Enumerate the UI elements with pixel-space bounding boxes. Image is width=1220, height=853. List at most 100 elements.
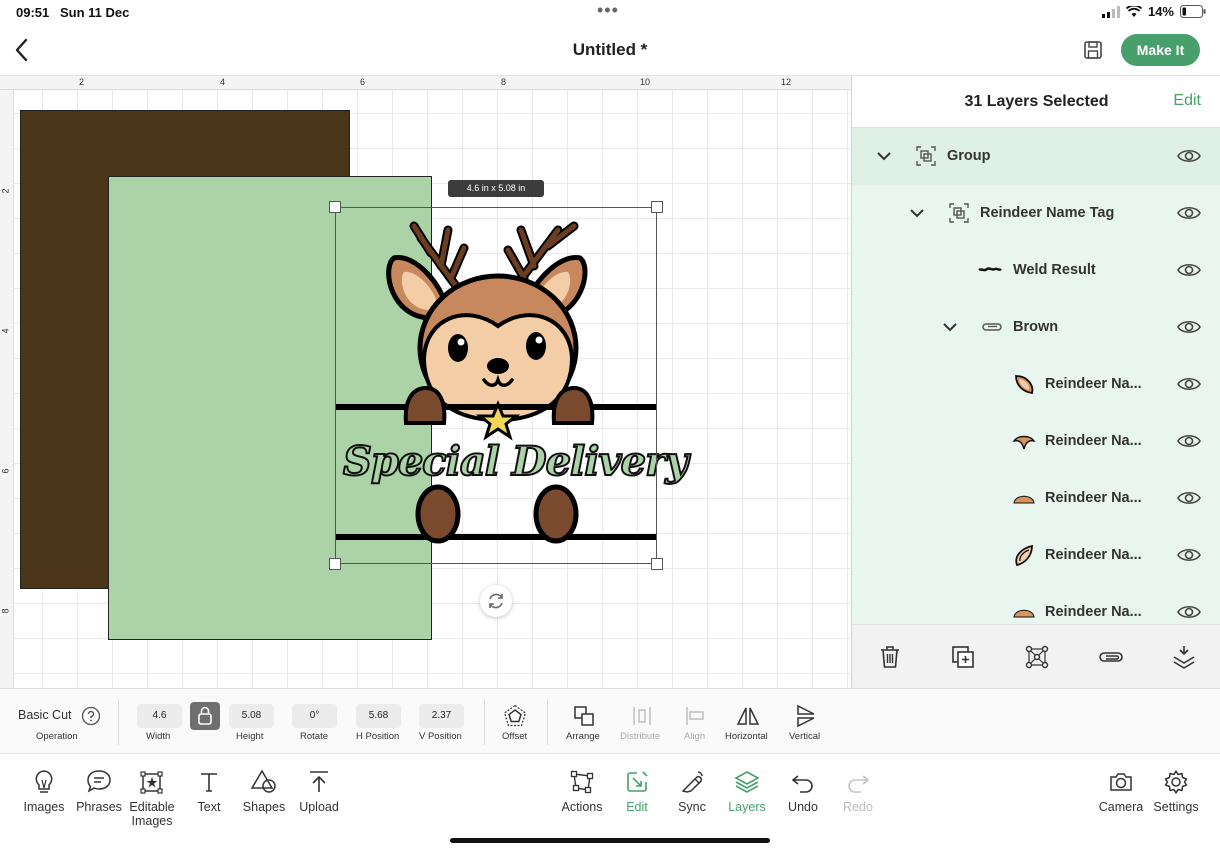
editable-images-label: Editable Images [129, 800, 175, 828]
multitasking-dots-icon[interactable]: ••• [597, 0, 619, 21]
operation-select[interactable]: Basic Cut [18, 708, 72, 722]
divider [118, 699, 119, 745]
layer-row-reindeer-part[interactable]: Reindeer Na... [852, 356, 1220, 413]
lock-icon [198, 706, 212, 725]
chevron-down-icon[interactable] [876, 148, 892, 164]
eye-icon[interactable] [1177, 375, 1201, 393]
upload-button[interactable]: Upload [288, 768, 350, 814]
images-label: Images [23, 800, 65, 814]
resize-handle-top-left[interactable] [329, 201, 341, 213]
layers-list: Group Reindeer Name Tag Weld Result Brow… [852, 128, 1220, 624]
rotate-handle[interactable] [480, 585, 512, 617]
text-button[interactable]: Text [178, 768, 240, 814]
ear-shape-icon [1015, 544, 1033, 567]
images-button[interactable]: Images [13, 768, 75, 814]
flip-horizontal-icon[interactable] [736, 704, 760, 728]
flip-vertical-icon[interactable] [794, 704, 818, 728]
rotate-label: Rotate [300, 731, 328, 742]
layer-row-weld-result[interactable]: Weld Result [852, 242, 1220, 299]
sync-button[interactable]: Sync [661, 768, 723, 814]
align-label: Align [684, 731, 706, 742]
height-input[interactable]: 5.08 [229, 704, 274, 728]
flatten-icon[interactable] [1170, 643, 1198, 671]
layers-button[interactable]: Layers [716, 768, 778, 814]
selection-bounding-box[interactable] [335, 207, 657, 564]
rotate-input[interactable]: 0° [292, 704, 337, 728]
eye-icon[interactable] [1177, 432, 1201, 450]
ruler-tick: 4 [0, 328, 11, 334]
eye-icon[interactable] [1177, 204, 1201, 222]
distribute-icon [633, 707, 651, 725]
chevron-down-icon[interactable] [909, 205, 925, 221]
ungroup-icon[interactable] [1023, 643, 1051, 671]
resize-handle-bottom-right[interactable] [651, 558, 663, 570]
design-canvas[interactable]: 2 4 6 8 10 12 2 4 6 8 Special Delivery 4… [0, 76, 851, 688]
offset-icon[interactable] [503, 704, 527, 728]
layer-row-reindeer-name-tag[interactable]: Reindeer Name Tag [852, 185, 1220, 242]
undo-button[interactable]: Undo [772, 768, 834, 814]
help-icon[interactable] [81, 706, 101, 726]
undo-icon [791, 775, 813, 793]
chevron-down-icon[interactable] [942, 319, 958, 335]
edit-button[interactable]: Edit [606, 768, 668, 814]
camera-icon [1110, 773, 1132, 791]
eye-icon[interactable] [1177, 147, 1201, 165]
attach-icon [982, 323, 1002, 331]
ruler-tick: 8 [501, 77, 507, 87]
eye-icon[interactable] [1177, 546, 1201, 564]
shapes-label: Shapes [242, 800, 286, 814]
ruler-tick: 8 [0, 608, 11, 614]
redo-button[interactable]: Redo [827, 768, 889, 814]
eye-icon[interactable] [1177, 318, 1201, 336]
layer-row-reindeer-part[interactable]: Reindeer Na... [852, 413, 1220, 470]
duplicate-icon[interactable] [949, 643, 977, 671]
layers-panel-actions [852, 624, 1220, 688]
camera-label: Camera [1098, 800, 1144, 814]
save-icon[interactable] [1082, 39, 1104, 61]
width-input[interactable]: 4.6 [137, 704, 182, 728]
layers-selected-title: 31 Layers Selected [964, 93, 1109, 110]
rotate-icon [489, 593, 503, 609]
make-it-button[interactable]: Make It [1121, 34, 1200, 66]
v-position-input[interactable]: 2.37 [419, 704, 464, 728]
ruler-tick: 10 [640, 77, 651, 87]
layer-row-brown[interactable]: Brown [852, 299, 1220, 356]
editable-images-button[interactable]: Editable Images [121, 768, 183, 828]
undo-label: Undo [788, 800, 818, 814]
home-indicator[interactable] [450, 838, 770, 843]
layer-label: Reindeer Na... [1045, 433, 1142, 449]
layer-row-group[interactable]: Group [852, 128, 1220, 185]
layer-row-reindeer-part[interactable]: Reindeer Na... [852, 584, 1220, 624]
shapes-button[interactable]: Shapes [233, 768, 295, 814]
layer-row-reindeer-part[interactable]: Reindeer Na... [852, 527, 1220, 584]
eye-icon[interactable] [1177, 489, 1201, 507]
layer-row-reindeer-part[interactable]: Reindeer Na... [852, 470, 1220, 527]
layer-label: Reindeer Na... [1045, 604, 1142, 620]
editable-image-icon [140, 771, 163, 794]
resize-handle-bottom-left[interactable] [329, 558, 341, 570]
status-bar: 09:51 Sun 11 Dec ••• 14% [0, 0, 1220, 24]
settings-button[interactable]: Settings [1145, 768, 1207, 814]
actions-icon [570, 770, 594, 794]
group-icon [949, 203, 969, 223]
eye-icon[interactable] [1177, 261, 1201, 279]
lock-aspect-button[interactable] [190, 702, 220, 730]
text-icon [201, 773, 217, 792]
arrange-label: Arrange [566, 731, 600, 742]
ruler-tick: 2 [0, 188, 11, 194]
actions-button[interactable]: Actions [551, 768, 613, 814]
ear-shape-icon [1015, 375, 1034, 394]
trash-icon[interactable] [876, 643, 904, 671]
signal-icon [1101, 5, 1120, 18]
camera-button[interactable]: Camera [1090, 768, 1152, 814]
ruler-tick: 6 [0, 468, 11, 474]
layers-icon [734, 771, 760, 793]
attach-icon[interactable] [1097, 643, 1125, 671]
eye-icon[interactable] [1177, 603, 1201, 621]
resize-handle-top-right[interactable] [651, 201, 663, 213]
arrange-icon[interactable] [572, 704, 596, 728]
lightbulb-icon [35, 770, 53, 793]
nose-shape-icon [1012, 435, 1036, 450]
h-position-input[interactable]: 5.68 [356, 704, 401, 728]
layers-edit-button[interactable]: Edit [1173, 92, 1201, 110]
